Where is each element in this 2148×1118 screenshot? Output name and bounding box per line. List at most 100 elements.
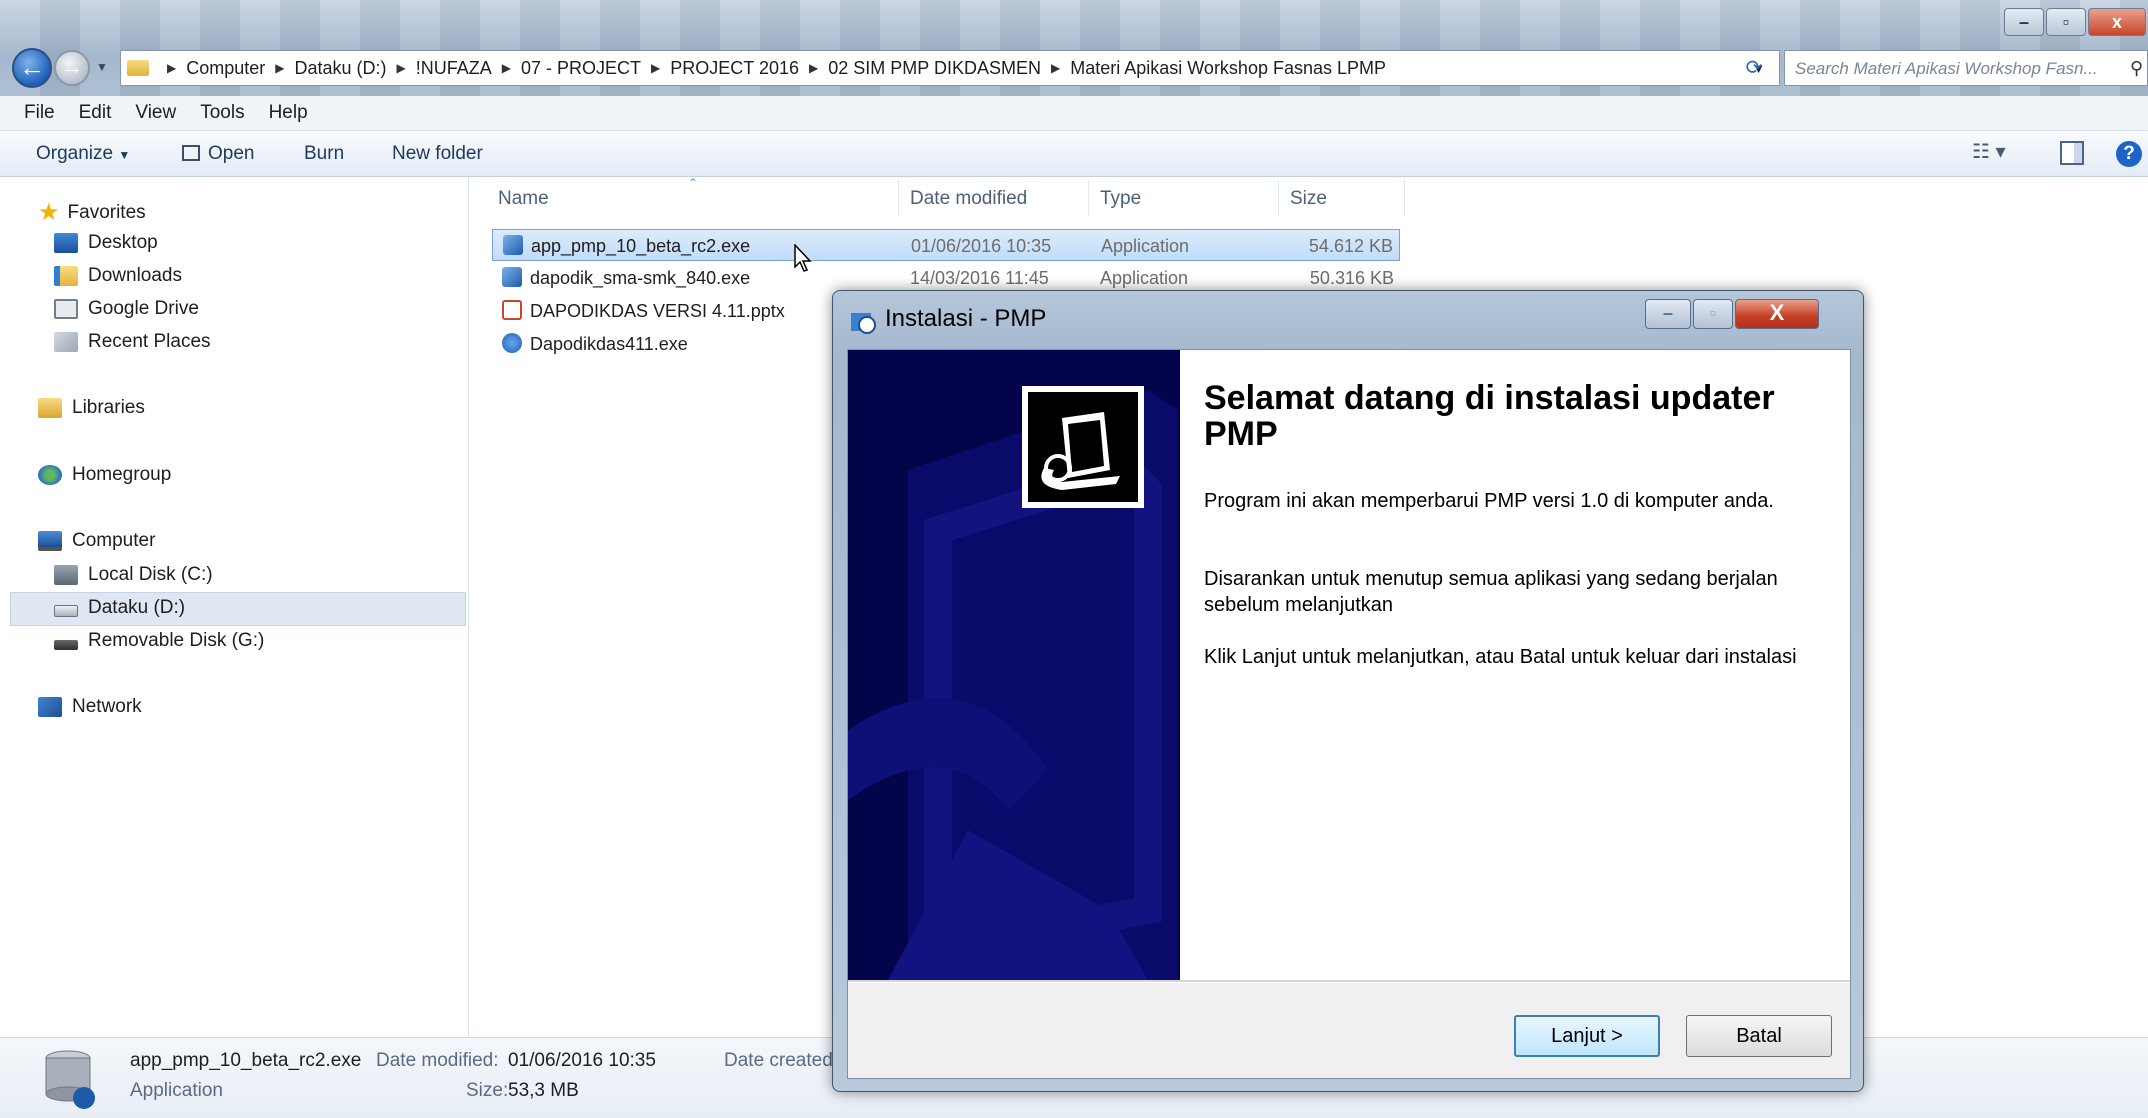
dialog-title: Instalasi - PMP: [885, 305, 1047, 332]
nav-computer-label: Computer: [72, 530, 156, 551]
nav-homegroup[interactable]: Homegroup: [38, 464, 171, 486]
breadcrumb-separator-icon[interactable]: ▶: [167, 61, 176, 75]
libraries-icon: [38, 398, 62, 418]
welcome-heading: Selamat datang di instalasi updater PMP: [1204, 379, 1775, 453]
search-input[interactable]: Search Materi Apikasi Workshop Fasn...: [1784, 50, 2148, 86]
nav-google-drive[interactable]: Google Drive: [54, 298, 199, 320]
breadcrumb-separator-icon[interactable]: ▶: [809, 61, 818, 75]
new-folder-button[interactable]: New folder: [392, 143, 483, 165]
nav-downloads-label: Downloads: [88, 265, 182, 286]
details-date-modified-label: Date modified:: [376, 1050, 499, 1071]
nav-removable-disk[interactable]: Removable Disk (G:): [54, 630, 264, 652]
file-size: 54.612 KB: [1308, 236, 1393, 256]
setup-icon: [502, 333, 522, 353]
menu-bar: File Edit View Tools Help: [0, 96, 2148, 131]
google-drive-icon: [54, 299, 78, 319]
change-view-icon[interactable]: ☷ ▾: [1972, 139, 2006, 164]
folder-icon: [127, 60, 149, 76]
organize-button[interactable]: Organize ▼: [36, 143, 130, 165]
file-row[interactable]: app_pmp_10_beta_rc2.exe 01/06/2016 10:35…: [492, 229, 1400, 261]
breadcrumb-dataku[interactable]: Dataku (D:): [295, 58, 387, 79]
menu-help[interactable]: Help: [269, 102, 308, 124]
next-button[interactable]: Lanjut >: [1514, 1015, 1660, 1057]
breadcrumb-materi[interactable]: Materi Apikasi Workshop Fasnas LPMP: [1070, 58, 1386, 79]
welcome-paragraph-3: Klik Lanjut untuk melanjutkan, atau Bata…: [1204, 646, 1797, 668]
column-divider[interactable]: [1278, 180, 1279, 216]
nav-dataku-label: Dataku (D:): [88, 597, 186, 618]
nav-favorites-label: Favorites: [67, 201, 146, 223]
organize-label: Organize: [36, 143, 114, 164]
breadcrumb-nufaza[interactable]: !NUFAZA: [416, 58, 492, 79]
column-size[interactable]: Size: [1290, 188, 1327, 210]
downloads-icon: [54, 266, 78, 286]
column-date-modified[interactable]: Date modified: [910, 188, 1027, 210]
minimize-button[interactable]: –: [2004, 8, 2044, 36]
nav-libraries-label: Libraries: [72, 397, 145, 418]
open-button[interactable]: Open: [182, 143, 254, 165]
refresh-icon[interactable]: ⟳: [1738, 52, 1770, 84]
column-type[interactable]: Type: [1100, 188, 1141, 210]
nav-favorites[interactable]: ★ Favorites: [38, 198, 146, 227]
column-divider[interactable]: [1404, 180, 1405, 216]
nav-local-disk-label: Local Disk (C:): [88, 564, 213, 585]
installer-icon: [851, 313, 876, 334]
breadcrumb-project[interactable]: 07 - PROJECT: [521, 58, 641, 79]
nav-network[interactable]: Network: [38, 696, 142, 718]
close-button[interactable]: x: [2088, 8, 2146, 36]
help-icon[interactable]: ?: [2116, 141, 2142, 167]
recent-pages-chevron-icon[interactable]: ▼: [96, 60, 108, 74]
breadcrumb-separator-icon[interactable]: ▶: [651, 61, 660, 75]
column-divider[interactable]: [898, 180, 899, 216]
nav-desktop[interactable]: Desktop: [54, 232, 158, 254]
nav-dataku[interactable]: Dataku (D:): [54, 597, 185, 619]
computer-icon: [38, 531, 62, 551]
cancel-button[interactable]: Batal: [1686, 1015, 1832, 1057]
file-name: DAPODIKDAS VERSI 4.11.pptx: [530, 301, 785, 321]
details-date-created-label: Date created:: [724, 1050, 839, 1071]
file-date: 14/03/2016 11:45: [910, 268, 1049, 288]
preview-pane-icon[interactable]: [2060, 141, 2084, 165]
chevron-down-icon: ▼: [118, 148, 131, 162]
forward-button[interactable]: →: [54, 50, 90, 86]
column-name[interactable]: Name: [498, 188, 549, 210]
nav-removable-disk-label: Removable Disk (G:): [88, 630, 265, 651]
desktop-icon: [54, 233, 78, 253]
dialog-minimize-button[interactable]: –: [1645, 299, 1691, 329]
breadcrumb-separator-icon[interactable]: ▶: [502, 61, 511, 75]
nav-local-disk[interactable]: Local Disk (C:): [54, 564, 213, 586]
dialog-close-button[interactable]: X: [1735, 299, 1819, 329]
dialog-separator: [848, 980, 1850, 983]
file-name: Dapodikdas411.exe: [530, 334, 688, 354]
details-file-name: app_pmp_10_beta_rc2.exe: [130, 1050, 362, 1071]
file-name: app_pmp_10_beta_rc2.exe: [531, 236, 751, 256]
address-bar[interactable]: ▶ Computer ▶ Dataku (D:) ▶ !NUFAZA ▶ 07 …: [120, 50, 1780, 86]
banner-graphic: [848, 386, 1178, 980]
breadcrumb-project-2016[interactable]: PROJECT 2016: [670, 58, 799, 79]
nav-recent-places[interactable]: Recent Places: [54, 331, 211, 353]
back-button[interactable]: ←: [12, 48, 52, 88]
menu-view[interactable]: View: [135, 102, 176, 124]
column-divider[interactable]: [1088, 180, 1089, 216]
search-icon[interactable]: ⚲: [2130, 58, 2143, 79]
installer-dialog: Instalasi - PMP – ▫ X Selamat datang di …: [832, 290, 1864, 1092]
nav-downloads[interactable]: Downloads: [54, 265, 182, 287]
maximize-button[interactable]: ▫: [2046, 8, 2086, 36]
nav-libraries[interactable]: Libraries: [38, 397, 145, 419]
breadcrumb-separator-icon[interactable]: ▶: [1051, 61, 1060, 75]
breadcrumb-separator-icon[interactable]: ▶: [397, 61, 406, 75]
menu-tools[interactable]: Tools: [200, 102, 244, 124]
sort-ascending-icon: ⌃: [688, 176, 699, 190]
breadcrumb-separator-icon[interactable]: ▶: [275, 61, 284, 75]
breadcrumb-sim-pmp[interactable]: 02 SIM PMP DIKDASMEN: [828, 58, 1041, 79]
open-label: Open: [208, 143, 255, 164]
details-file-type: Application: [130, 1080, 223, 1101]
nav-computer[interactable]: Computer: [38, 530, 155, 552]
menu-edit[interactable]: Edit: [79, 102, 112, 124]
breadcrumb-computer[interactable]: Computer: [186, 58, 265, 79]
mouse-cursor-icon: [794, 244, 812, 272]
details-size: 53,3 MB: [508, 1080, 579, 1101]
welcome-paragraph-2: Disarankan untuk menutup semua aplikasi …: [1204, 568, 1778, 616]
menu-file[interactable]: File: [24, 102, 55, 124]
burn-button[interactable]: Burn: [304, 143, 344, 165]
network-icon: [38, 697, 62, 717]
